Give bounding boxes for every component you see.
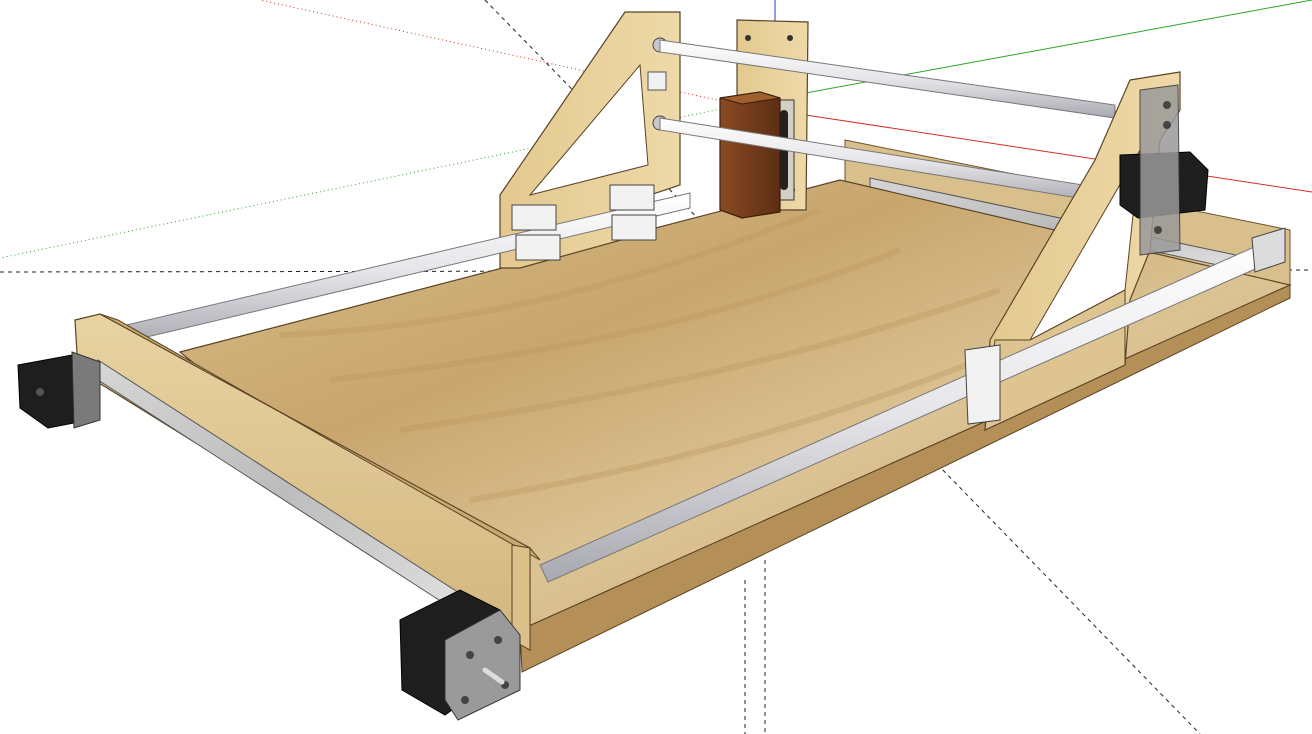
green-axis-solid <box>739 0 1312 106</box>
switch-hole <box>647 71 667 91</box>
stepper-motor-front-left[interactable] <box>17 351 101 429</box>
linear-bearing-right <box>964 344 1001 425</box>
cnc-router-3d-model[interactable] <box>0 0 1312 734</box>
sketchup-model-viewport[interactable] <box>0 0 1312 734</box>
spindle-block[interactable] <box>719 91 781 219</box>
